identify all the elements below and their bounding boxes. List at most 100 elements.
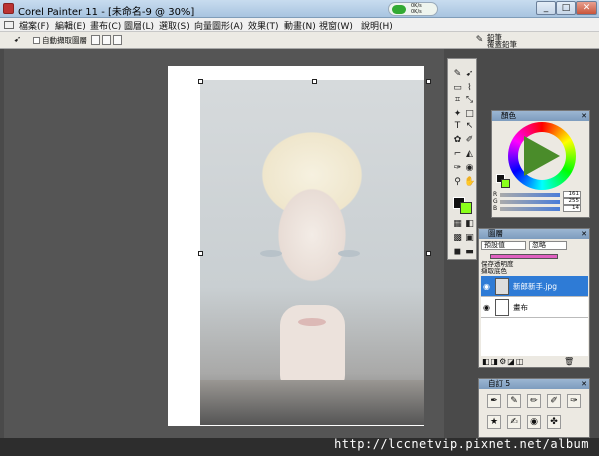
brush-panel-close-icon[interactable]: ✕: [581, 379, 587, 389]
layer-adjuster-icon[interactable]: ➹: [12, 35, 23, 46]
delete-layer-icon[interactable]: 🗑: [564, 357, 574, 366]
rubber-stamp-icon[interactable]: ✐: [464, 135, 475, 146]
menu-effects[interactable]: 效果(T): [248, 19, 279, 32]
copy-icon[interactable]: [102, 35, 111, 45]
brush-variant[interactable]: 覆蓋鉛筆: [487, 41, 517, 49]
pattern-selector-icon[interactable]: ▩: [452, 233, 463, 244]
title-bar: Corel Painter 11 - [未命名-9 @ 30%] 0K/s 0K…: [0, 0, 599, 18]
red-value[interactable]: 161: [563, 191, 581, 198]
composite-method-select[interactable]: 預設值: [481, 241, 526, 250]
text-tool-icon[interactable]: T: [452, 121, 463, 132]
custom-brush-title-text: 自訂 5: [488, 379, 511, 388]
gradient-selector-icon[interactable]: ◧: [464, 219, 475, 230]
brush-preset-6-icon[interactable]: ★: [487, 415, 501, 429]
menu-canvas[interactable]: 畫布(C): [90, 19, 121, 32]
magic-wand-icon[interactable]: ✦: [452, 109, 463, 120]
minimize-button[interactable]: _: [536, 1, 556, 15]
watermark-text: http://lccnetvip.pixnet.net/album: [334, 437, 589, 451]
photo-right-eye: [338, 250, 360, 257]
eyedropper-icon[interactable]: ✑: [452, 163, 463, 174]
menu-select[interactable]: 選取(S): [159, 19, 190, 32]
brush-preset-1-icon[interactable]: ✒: [487, 394, 501, 408]
blue-value[interactable]: 14: [563, 205, 581, 212]
opacity-slider[interactable]: [490, 254, 558, 259]
rectangle-select-icon[interactable]: ▭: [452, 83, 463, 94]
green-slider[interactable]: [500, 200, 560, 204]
layer-name[interactable]: 畫布: [513, 302, 528, 313]
saturation-value-triangle[interactable]: [524, 136, 560, 176]
layer-adjuster-tool-icon[interactable]: ➹: [464, 69, 475, 80]
selection-handle-tm[interactable]: [312, 79, 317, 84]
additional-color-swatch[interactable]: [460, 202, 472, 214]
paper-selector-icon[interactable]: ▦: [452, 219, 463, 230]
green-label: G: [493, 198, 498, 205]
brush-preset-3-icon[interactable]: ✏: [527, 394, 541, 408]
transform-icon[interactable]: ⤡: [464, 95, 475, 106]
clone-icon[interactable]: ✿: [452, 135, 463, 146]
selection-handle-tr[interactable]: [426, 79, 431, 84]
delete-icon[interactable]: [113, 35, 122, 45]
brush-preset-4-icon[interactable]: ✐: [547, 394, 561, 408]
red-label: R: [493, 191, 498, 198]
brush-tool-icon[interactable]: ✎: [452, 69, 463, 80]
menu-movie[interactable]: 動畫(N): [284, 19, 316, 32]
color-panel-add-swatch[interactable]: [501, 179, 510, 188]
auto-pickup-checkbox[interactable]: [33, 37, 40, 44]
close-button[interactable]: ✕: [576, 1, 597, 15]
menu-window[interactable]: 視窗(W): [319, 19, 353, 32]
dropper-icon[interactable]: ⌐: [452, 149, 463, 160]
crop-icon[interactable]: ⌗: [452, 95, 463, 106]
shape-icon[interactable]: □: [464, 109, 475, 120]
paint-bucket-icon[interactable]: ◭: [464, 149, 475, 160]
lock-icon[interactable]: [91, 35, 100, 45]
custom-brush-panel-title: 自訂 5 ✕: [479, 379, 589, 389]
brush-preset-5-icon[interactable]: ✑: [567, 394, 581, 408]
visibility-eye-icon[interactable]: ◉: [483, 282, 490, 291]
red-slider[interactable]: [500, 193, 560, 197]
blue-label: B: [493, 205, 498, 212]
magnifier-icon[interactable]: ⚲: [452, 177, 463, 188]
pick-up-underlying-option[interactable]: 擷取底色: [481, 268, 507, 275]
hand-icon[interactable]: ✋: [464, 177, 475, 188]
menu-file[interactable]: 檔案(F): [19, 19, 49, 32]
layer-row-photo[interactable]: ◉ 新郎新手.jpg: [481, 276, 588, 297]
portrait-photo-layer[interactable]: [200, 80, 424, 425]
brush-preset-8-icon[interactable]: ◉: [527, 415, 541, 429]
nozzle-selector-icon[interactable]: ◼: [452, 247, 463, 258]
document-icon[interactable]: [4, 21, 14, 29]
layer-thumbnail: [495, 299, 509, 316]
brush-preset-7-icon[interactable]: ✍: [507, 415, 521, 429]
network-status-icon: [392, 5, 406, 14]
green-value[interactable]: 255: [563, 198, 581, 205]
painter-app-icon[interactable]: [3, 3, 14, 14]
grabber-icon[interactable]: ◉: [464, 163, 475, 174]
brush-preset-9-icon[interactable]: ✤: [547, 415, 561, 429]
layer-name[interactable]: 新郎新手.jpg: [513, 281, 557, 292]
maximize-button[interactable]: □: [556, 1, 576, 15]
layers-panel-title-text: 圖層: [488, 229, 503, 238]
selection-handle-tl[interactable]: [198, 79, 203, 84]
pencil-brush-icon[interactable]: ✎: [474, 35, 485, 46]
composite-depth-select[interactable]: 忽略: [529, 241, 567, 250]
layers-panel-title: 圖層 ✕: [479, 229, 589, 239]
auto-pickup-label: 自動擷取圖層: [42, 36, 87, 45]
layer-list-empty-area: [481, 318, 588, 356]
menu-layers[interactable]: 圖層(L): [124, 19, 154, 32]
selection-handle-ml[interactable]: [198, 251, 203, 256]
shape-select-icon[interactable]: ↖: [464, 121, 475, 132]
weaving-selector-icon[interactable]: ▣: [464, 233, 475, 244]
look-selector-icon[interactable]: ▬: [464, 247, 475, 258]
blue-slider[interactable]: [500, 207, 560, 211]
menu-vector[interactable]: 向量圖形(A): [194, 19, 243, 32]
panel-close-icon[interactable]: ✕: [581, 111, 587, 121]
lasso-icon[interactable]: ⌇: [464, 83, 475, 94]
menu-help[interactable]: 說明(H): [361, 19, 393, 32]
selection-handle-mr[interactable]: [426, 251, 431, 256]
layer-row-canvas[interactable]: ◉ 畫布: [481, 297, 588, 318]
blue-slider-row[interactable]: B 14: [493, 205, 588, 213]
layer-commands-icons[interactable]: ◧◨⚙◪◫: [482, 357, 524, 366]
brush-preset-2-icon[interactable]: ✎: [507, 394, 521, 408]
layers-panel-close-icon[interactable]: ✕: [581, 229, 587, 239]
menu-edit[interactable]: 編輯(E): [55, 19, 86, 32]
visibility-eye-icon[interactable]: ◉: [483, 303, 490, 312]
